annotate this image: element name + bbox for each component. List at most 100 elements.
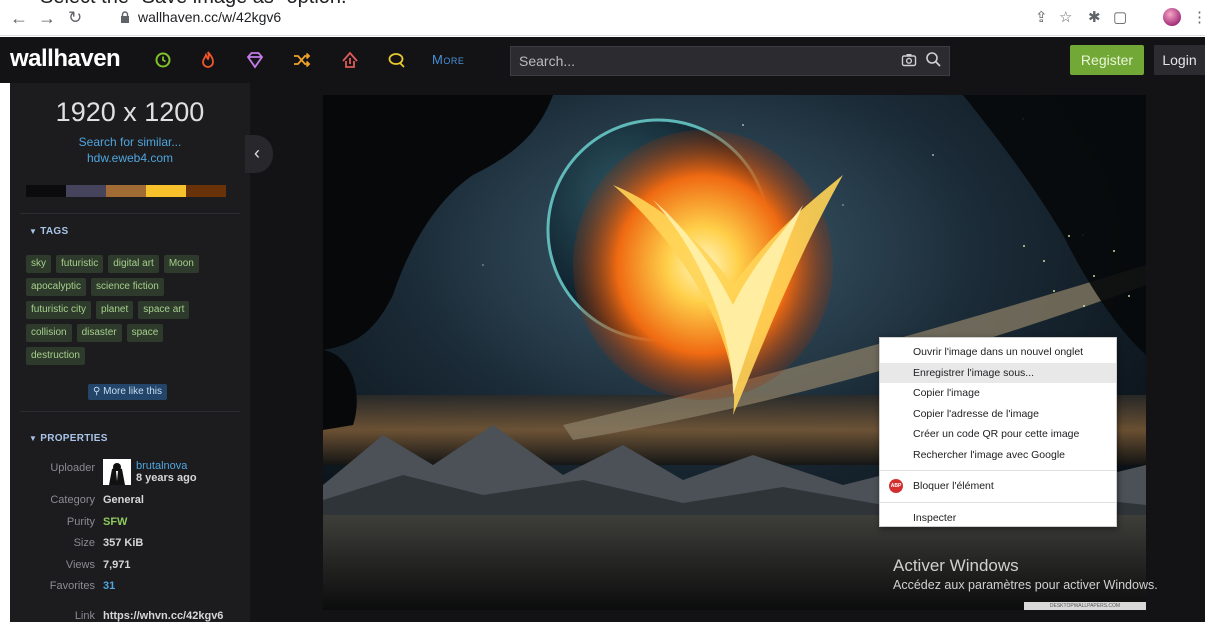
tag-row: futuristic city planet space art xyxy=(26,301,241,319)
forward-icon[interactable]: → xyxy=(38,8,56,28)
tag-list: sky futuristic digital art Moon apocalyptic s… xyxy=(26,255,241,370)
properties-heading[interactable]: ▼ PROPERTIES xyxy=(29,433,108,444)
menu-item-save-image-as[interactable]: Enregistrer l'image sous... xyxy=(880,362,1116,383)
tag-item[interactable]: sky xyxy=(26,255,51,273)
palette-swatch[interactable] xyxy=(106,185,146,197)
search-icon[interactable] xyxy=(925,51,942,68)
menu-item-copy-image-address[interactable]: Copier l'adresse de l'image xyxy=(880,404,1116,425)
uploader-avatar[interactable] xyxy=(103,459,131,485)
search-placeholder: Search... xyxy=(519,53,576,69)
browser-toolbar: Select the "Save image as" option. ← → ↻… xyxy=(0,0,1205,36)
address-bar[interactable]: wallhaven.cc/w/42kgv6 xyxy=(138,9,281,25)
image-context-menu: Ouvrir l'image dans un nouvel onglet Enr… xyxy=(879,337,1117,527)
prop-key: Size xyxy=(73,537,95,549)
palette-swatch[interactable] xyxy=(26,185,66,197)
hot-flame-icon[interactable] xyxy=(197,49,219,71)
chevron-left-icon: ‹ xyxy=(254,143,260,163)
windows-activation-notice: Activer Windows Accédez aux paramètres p… xyxy=(893,556,1158,592)
menu-item-search-image-google[interactable]: Rechercher l'image avec Google xyxy=(880,445,1116,466)
camera-icon[interactable] xyxy=(901,52,917,68)
properties-heading-label: PROPERTIES xyxy=(40,433,108,444)
menu-separator xyxy=(880,470,1116,471)
search-input[interactable]: Search... xyxy=(510,46,950,76)
share-icon[interactable]: ⇪ xyxy=(1035,9,1048,27)
tag-row: apocalyptic science fiction xyxy=(26,278,241,296)
menu-separator xyxy=(880,501,1116,503)
tag-item[interactable]: planet xyxy=(96,301,134,319)
prop-value: 357 KiB xyxy=(103,537,144,549)
tag-item[interactable]: futuristic xyxy=(56,255,104,273)
prop-favorites: Favorites 31 xyxy=(10,580,250,596)
palette-swatch[interactable] xyxy=(186,185,226,197)
adblock-icon: ABP xyxy=(889,479,903,493)
bookmark-star-icon[interactable]: ☆ xyxy=(1059,9,1072,27)
register-button[interactable]: Register xyxy=(1070,45,1144,75)
tag-item[interactable]: destruction xyxy=(26,347,85,365)
site-header: wallhaven More Search... Register Login xyxy=(0,37,1205,83)
tag-row: destruction xyxy=(26,347,241,365)
more-like-this-label: More like this xyxy=(103,386,163,397)
menu-kebab-icon[interactable]: ⋮ xyxy=(1192,9,1205,27)
menu-item-block-element[interactable]: ABP Bloquer l'élément xyxy=(880,476,1116,497)
short-link[interactable]: https://whvn.cc/42kgv6 xyxy=(103,610,223,622)
purity-badge: SFW xyxy=(103,516,128,528)
palette-swatch[interactable] xyxy=(146,185,186,197)
divider xyxy=(20,213,240,214)
menu-item-inspect[interactable]: Inspecter xyxy=(880,508,1116,529)
tag-item[interactable]: disaster xyxy=(76,324,122,342)
prop-uploader: Uploader brutalnova 8 years ago xyxy=(10,459,250,485)
tag-item[interactable]: space art xyxy=(138,301,190,319)
more-menu-link[interactable]: More xyxy=(432,52,464,67)
instruction-caption: Select the "Save image as" option. xyxy=(40,0,347,9)
site-logo[interactable]: wallhaven xyxy=(10,45,121,73)
search-similar-link[interactable]: Search for similar... xyxy=(10,135,250,149)
uploader-link[interactable]: brutalnova xyxy=(136,460,187,472)
extensions-puzzle-icon[interactable]: ✱ xyxy=(1088,9,1101,27)
prop-purity: Purity SFW xyxy=(10,516,250,532)
prop-key: Favorites xyxy=(49,580,95,592)
tag-item[interactable]: science fiction xyxy=(91,278,164,296)
prop-category: Category General xyxy=(10,494,250,510)
prop-value: 7,971 xyxy=(103,559,131,571)
tag-item[interactable]: futuristic city xyxy=(26,301,92,319)
tag-item[interactable]: collision xyxy=(26,324,72,342)
lock-icon xyxy=(121,11,129,23)
source-link[interactable]: hdw.eweb4.com xyxy=(10,151,250,165)
tag-item[interactable]: space xyxy=(126,324,164,342)
favorites-link[interactable]: 31 xyxy=(103,580,115,592)
upload-time: 8 years ago xyxy=(136,472,197,484)
activation-subtitle: Accédez aux paramètres pour activer Wind… xyxy=(893,578,1158,592)
forums-chat-icon[interactable] xyxy=(386,49,408,71)
more-like-this-button[interactable]: ⚲ More like this xyxy=(88,384,168,400)
tag-item[interactable]: Moon xyxy=(163,255,199,273)
wallpaper-info-sidebar: 1920 x 1200 Search for similar... hdw.ew… xyxy=(10,83,250,622)
profile-avatar[interactable] xyxy=(1163,8,1181,26)
reload-icon[interactable]: ↻ xyxy=(68,8,82,28)
resolution-title[interactable]: 1920 x 1200 xyxy=(10,97,250,128)
menu-item-copy-image[interactable]: Copier l'image xyxy=(880,383,1116,404)
divider xyxy=(20,411,240,412)
back-icon[interactable]: ← xyxy=(10,8,28,28)
palette-swatch[interactable] xyxy=(66,185,106,197)
latest-clock-icon[interactable] xyxy=(152,49,174,71)
side-panel-icon[interactable]: ▢ xyxy=(1113,9,1127,27)
tag-item[interactable]: apocalyptic xyxy=(26,278,87,296)
menu-item-label: Bloquer l'élément xyxy=(913,480,994,492)
prop-link: Link https://whvn.cc/42kgv6 xyxy=(10,610,250,626)
tag-row: collision disaster space xyxy=(26,324,241,342)
image-watermark: DESKTOPWALLPAPERS.COM xyxy=(1024,602,1146,610)
prop-key: Link xyxy=(74,610,95,622)
toplist-diamond-icon[interactable] xyxy=(244,49,266,71)
random-shuffle-icon[interactable] xyxy=(291,49,313,71)
search-icon: ⚲ xyxy=(93,386,104,397)
login-button[interactable]: Login xyxy=(1154,45,1205,75)
prop-key: Purity xyxy=(66,516,95,528)
menu-item-create-qr-code[interactable]: Créer un code QR pour cette image xyxy=(880,424,1116,445)
tag-item[interactable]: digital art xyxy=(108,255,159,273)
upload-icon[interactable] xyxy=(339,49,361,71)
menu-item-open-image-new-tab[interactable]: Ouvrir l'image dans un nouvel onglet xyxy=(880,342,1116,363)
tag-row: sky futuristic digital art Moon xyxy=(26,255,241,273)
color-palette xyxy=(26,185,226,197)
tags-heading[interactable]: ▼ TAGS xyxy=(29,226,68,237)
prop-key: Category xyxy=(50,494,95,506)
